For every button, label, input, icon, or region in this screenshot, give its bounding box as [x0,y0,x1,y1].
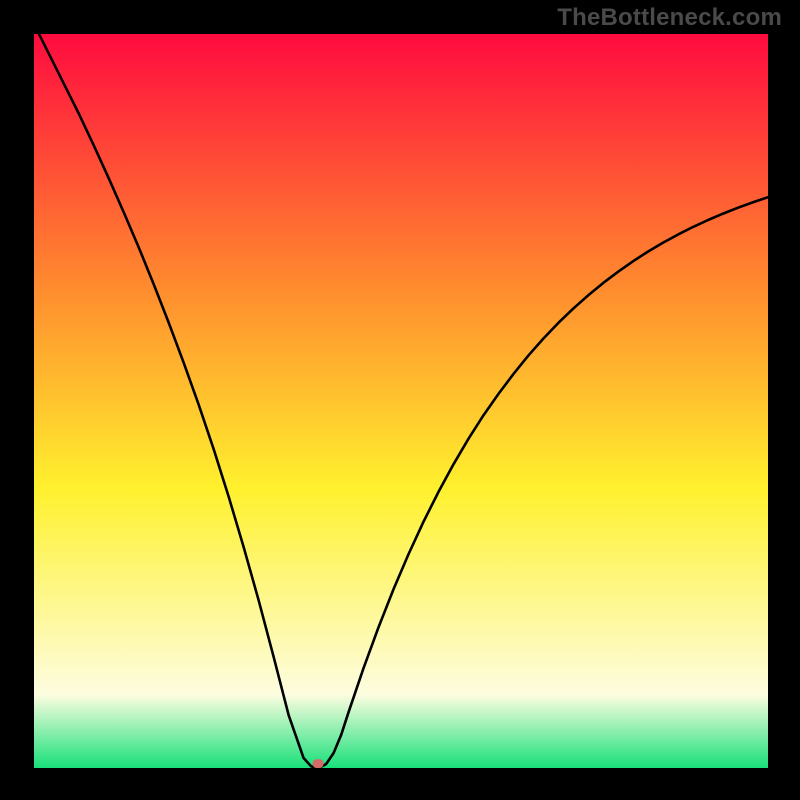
chart-container: TheBottleneck.com [0,0,800,800]
watermark-label: TheBottleneck.com [557,4,782,32]
minimum-marker [313,759,324,768]
plot-background [34,34,768,768]
bottleneck-chart [0,0,800,800]
